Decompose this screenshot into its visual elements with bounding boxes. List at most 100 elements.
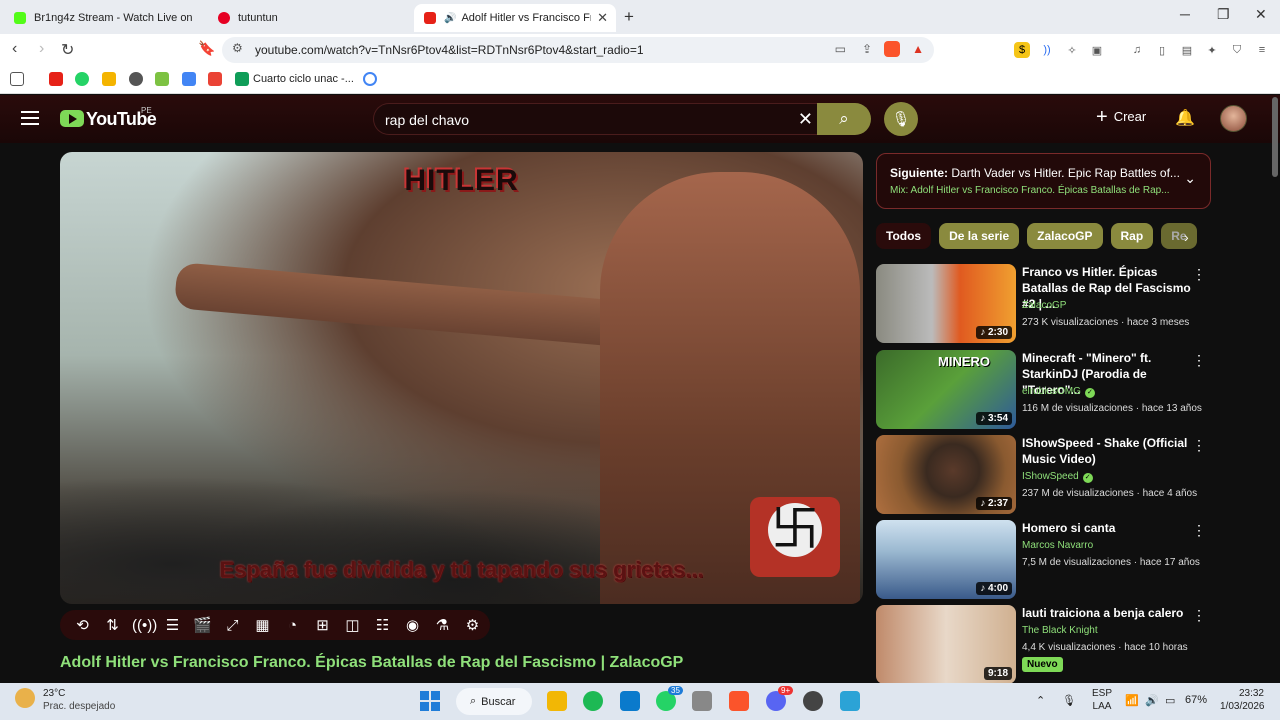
chip-zalacogp[interactable]: ZalacoGP [1027,223,1103,249]
volume-icon[interactable]: 🔊 [1145,694,1159,707]
share-icon[interactable]: ⇪ [862,42,872,56]
weather-icon[interactable] [15,688,35,708]
puzzle-icon[interactable]: ✧ [1064,42,1080,58]
youtube-logo-icon[interactable] [60,110,84,127]
video-thumbnail[interactable]: ♪ 2:37 [876,435,1016,514]
vpn-icon[interactable]: ⛉ [1229,42,1245,58]
page-scrollbar[interactable] [1272,97,1278,177]
media-icon[interactable]: ♫ [1129,42,1145,58]
recommendation-item[interactable]: 9:18 lauti traiciona a benja calero The … [876,605,1211,685]
bookmark-icon[interactable]: 🔖 [198,40,215,57]
rec-channel[interactable]: IShowSpeed ✓ [1022,471,1093,483]
android-bookmark-icon[interactable] [155,72,169,86]
sliders-icon[interactable]: ☷ [372,616,393,634]
screenshot-icon[interactable]: ▣ [1089,42,1105,58]
google-bookmark-icon[interactable] [363,72,377,86]
back-button[interactable]: ‹ [12,40,17,58]
mic-tray-icon[interactable]: 🎙 [1062,694,1076,707]
rec-channel[interactable]: Marcos Navarro [1022,540,1093,551]
recommendation-item[interactable]: MINERO ♪ 3:54 Minecraft - "Minero" ft. S… [876,350,1211,430]
flask-icon[interactable]: ⚗ [432,616,453,634]
file-explorer-icon[interactable] [547,691,567,711]
recommendation-item[interactable]: ♪ 2:30 Franco vs Hitler. Épicas Batallas… [876,264,1211,344]
brave-shields-icon[interactable] [884,41,900,57]
more-options-icon[interactable]: ⋮ [1192,607,1206,624]
brave-rewards-icon[interactable]: ▲ [912,42,924,56]
notepad-icon[interactable] [840,691,860,711]
taskbar-search[interactable]: ⌕ Buscar [456,688,532,715]
apps-icon[interactable] [10,72,24,86]
tray-chevron-icon[interactable]: ⌃ [1036,694,1045,707]
video-thumbnail[interactable]: 9:18 [876,605,1016,684]
drive-bookmark-icon[interactable] [102,72,116,86]
chatgpt-icon[interactable] [803,691,823,711]
more-options-icon[interactable]: ⋮ [1192,352,1206,369]
bookmark-icon-blue[interactable] [182,72,196,86]
search-button[interactable]: ⌕ [817,103,871,135]
loop-icon[interactable]: ⟲ [72,616,93,634]
battery-icon[interactable]: ▭ [1165,694,1175,707]
chips-next-chevron-icon[interactable]: › [1184,229,1189,245]
voice-search-button[interactable]: 🎙 [884,102,918,136]
expand-icon[interactable]: ⤢ [222,617,243,634]
add-to-queue-icon[interactable]: ⊞ [312,616,333,634]
camera-icon[interactable]: ◉ [402,616,423,634]
minimize-button[interactable]: ─ [1180,6,1190,22]
whatsapp-bookmark-icon[interactable] [75,72,89,86]
forward-button[interactable]: › [39,40,44,58]
gmail-bookmark-icon[interactable] [208,72,222,86]
chatgpt-bookmark-icon[interactable] [129,72,143,86]
notifications-bell-icon[interactable]: 🔔 [1175,108,1195,128]
clear-search-icon[interactable]: ✕ [798,109,813,130]
weather-temp[interactable]: 23°C [43,688,65,699]
rec-title[interactable]: Homero si canta [1022,520,1192,536]
chevron-down-icon[interactable]: ⌄ [1184,170,1196,187]
video-thumbnail[interactable]: ♪ 4:00 [876,520,1016,599]
broadcast-icon[interactable]: ((•)) [132,617,157,634]
recommendation-item[interactable]: ♪ 2:37 IShowSpeed - Shake (Official Musi… [876,435,1211,515]
chip-re[interactable]: Re [1161,223,1197,249]
rec-title[interactable]: IShowSpeed - Shake (Official Music Video… [1022,435,1192,467]
create-button[interactable]: + Crear [1096,107,1146,127]
video-thumbnail[interactable]: ♪ 2:30 [876,264,1016,343]
recommendation-item[interactable]: ♪ 4:00 Homero si canta Marcos Navarro 7,… [876,520,1211,600]
tab-youtube[interactable]: 🔊 Adolf Hitler vs Francisco Fran... ✕ [414,4,616,32]
cast-icon[interactable]: ▭ [835,42,846,56]
speed-icon[interactable]: ◔ [282,617,303,634]
close-tab-icon[interactable]: ✕ [597,10,608,26]
language-indicator[interactable]: ESP LAA [1092,687,1112,713]
audio-extension-icon[interactable]: )) [1039,42,1055,58]
start-button-icon[interactable] [420,691,440,711]
more-options-icon[interactable]: ⋮ [1192,437,1206,454]
sidebar-icon[interactable]: ▯ [1154,42,1170,58]
playlist-panel[interactable]: Siguiente: Darth Vader vs Hitler. Epic R… [876,153,1211,209]
drive-folder-bookmark-icon[interactable] [235,72,249,86]
split-view-icon[interactable]: ◫ [342,616,363,634]
video-player[interactable]: HITLER España fue dividida y tú tapando … [60,152,863,604]
rec-channel[interactable]: The Black Knight [1022,625,1098,636]
film-strip-icon[interactable]: ▦ [252,616,273,634]
rec-channel[interactable]: elrubiusOMG ✓ [1022,386,1095,398]
sort-icon[interactable]: ⇅ [102,616,123,634]
search-input[interactable]: rap del chavo [385,112,469,128]
video-thumbnail[interactable]: MINERO ♪ 3:54 [876,350,1016,429]
reload-button[interactable]: ↻ [61,40,74,60]
more-options-icon[interactable]: ⋮ [1192,522,1206,539]
leo-icon[interactable]: ✦ [1204,42,1220,58]
snipping-tool-icon[interactable] [692,691,712,711]
wallet-icon[interactable]: ▤ [1179,42,1195,58]
address-bar[interactable]: ⚙ youtube.com/watch?v=TnNsr6Ptov4&list=R… [222,37,934,63]
site-info-icon[interactable]: ⚙ [232,41,243,55]
tab-kick[interactable]: Br1ng4z Stream - Watch Live on Kick [4,4,204,32]
maximize-button[interactable]: ❐ [1217,6,1230,23]
guide-menu-icon[interactable] [21,111,39,125]
vscode-icon[interactable] [620,691,640,711]
rec-title[interactable]: lauti traiciona a benja calero [1022,605,1192,621]
menu-icon[interactable]: ≡ [1254,42,1270,58]
search-box[interactable]: rap del chavo ✕ [373,103,817,135]
rec-channel[interactable]: ZalacoGP [1022,300,1066,311]
chip-de-la-serie[interactable]: De la serie [939,223,1020,249]
close-window-button[interactable]: ✕ [1255,6,1267,23]
chip-todos[interactable]: Todos [876,223,932,249]
spotify-icon[interactable] [583,691,603,711]
